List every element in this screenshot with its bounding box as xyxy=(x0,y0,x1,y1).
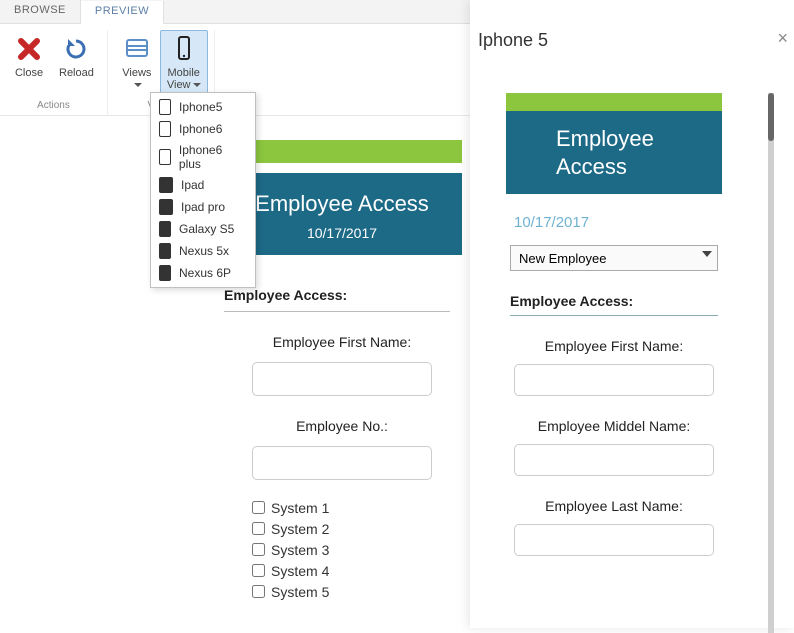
phone-date: 10/17/2017 xyxy=(514,214,750,231)
device-icon xyxy=(159,221,171,237)
device-icon xyxy=(159,99,171,115)
device-icon xyxy=(159,149,171,165)
close-phone-button[interactable]: × xyxy=(777,28,788,49)
system-label: System 2 xyxy=(271,521,329,537)
system-label: System 5 xyxy=(271,584,329,600)
close-button[interactable]: Close xyxy=(6,30,52,82)
phone-header-line1: Employee xyxy=(556,125,722,153)
system-row: System 4 xyxy=(248,561,462,580)
employee-type-select[interactable]: New Employee xyxy=(510,245,718,271)
system-checkbox[interactable] xyxy=(252,585,265,598)
phone-field-first: Employee First Name: xyxy=(478,338,750,396)
device-option-iphone5[interactable]: Iphone5 xyxy=(151,96,255,118)
phone-first-label: Employee First Name: xyxy=(478,338,750,354)
device-icon xyxy=(159,243,171,259)
phone-field-middle: Employee Middel Name: xyxy=(478,418,750,476)
field-first-name: Employee First Name: xyxy=(222,334,462,396)
reload-icon xyxy=(60,33,92,65)
phone-header-line2: Access xyxy=(556,153,722,181)
system-checkbox[interactable] xyxy=(252,501,265,514)
system-checkbox[interactable] xyxy=(252,522,265,535)
device-label: Iphone6 xyxy=(179,122,222,136)
system-label: System 4 xyxy=(271,563,329,579)
device-option-iphone6-plus[interactable]: Iphone6 plus xyxy=(151,140,255,174)
device-icon xyxy=(159,121,171,137)
phone-body: Employee Access 10/17/2017 New Employee … xyxy=(478,93,774,633)
phone-green-bar xyxy=(506,93,722,111)
tab-browse[interactable]: BROWSE xyxy=(0,0,81,23)
close-label: Close xyxy=(15,67,43,79)
device-label: Nexus 6P xyxy=(179,266,231,280)
device-label: Ipad pro xyxy=(181,200,225,214)
device-option-galaxy-s5[interactable]: Galaxy S5 xyxy=(151,218,255,240)
emp-no-label: Employee No.: xyxy=(222,418,462,434)
system-row: System 5 xyxy=(248,582,462,601)
form-date: 10/17/2017 xyxy=(222,225,462,241)
phone-header: Employee Access xyxy=(506,111,722,194)
device-option-ipad[interactable]: Ipad xyxy=(151,174,255,196)
chevron-down-icon xyxy=(134,83,142,87)
group-actions-label: Actions xyxy=(37,100,70,111)
views-icon xyxy=(121,33,153,65)
device-option-ipad-pro[interactable]: Ipad pro xyxy=(151,196,255,218)
system-row: System 1 xyxy=(248,498,462,517)
tab-preview[interactable]: PREVIEW xyxy=(81,1,164,24)
first-name-input[interactable] xyxy=(252,362,432,396)
reload-button[interactable]: Reload xyxy=(52,30,101,82)
phone-last-label: Employee Last Name: xyxy=(478,498,750,514)
system-row: System 3 xyxy=(248,540,462,559)
system-label: System 1 xyxy=(271,500,329,516)
device-label: Iphone5 xyxy=(179,100,222,114)
device-option-nexus-6p[interactable]: Nexus 6P xyxy=(151,262,255,284)
employee-type-select-wrap: New Employee xyxy=(510,245,718,271)
phone-section-title: Employee Access: xyxy=(510,293,718,316)
emp-no-input[interactable] xyxy=(252,446,432,480)
field-emp-no: Employee No.: xyxy=(222,418,462,480)
device-label: Iphone6 plus xyxy=(179,143,247,171)
device-option-nexus-5x[interactable]: Nexus 5x xyxy=(151,240,255,262)
form-preview: Employee Access 10/17/2017 Employee Acce… xyxy=(222,140,462,603)
system-checkbox[interactable] xyxy=(252,543,265,556)
system-label: System 3 xyxy=(271,542,329,558)
mobile-view-button[interactable]: Mobile View xyxy=(160,30,208,94)
chevron-down-icon xyxy=(193,83,201,87)
scrollbar-thumb[interactable] xyxy=(768,93,774,141)
phone-icon xyxy=(168,33,200,65)
system-row: System 2 xyxy=(248,519,462,538)
phone-middle-input[interactable] xyxy=(514,444,714,476)
first-name-label: Employee First Name: xyxy=(222,334,462,350)
system-checkbox[interactable] xyxy=(252,564,265,577)
phone-middle-label: Employee Middel Name: xyxy=(478,418,750,434)
ribbon-group-actions: Close Reload Actions xyxy=(0,30,108,115)
device-icon xyxy=(159,265,171,281)
phone-field-last: Employee Last Name: xyxy=(478,498,750,556)
form-header: Employee Access 10/17/2017 xyxy=(222,173,462,255)
mobile-view-label: Mobile View xyxy=(167,67,201,91)
systems-list: System 1 System 2 System 3 System 4 System 5 xyxy=(248,498,462,601)
device-icon xyxy=(159,177,173,193)
phone-preview-panel: × Iphone 5 Employee Access 10/17/2017 Ne… xyxy=(470,0,794,628)
section-title: Employee Access: xyxy=(224,269,450,312)
device-label: Ipad xyxy=(181,178,204,192)
views-label: Views xyxy=(122,67,151,91)
mobile-view-dropdown: Iphone5 Iphone6 Iphone6 plus Ipad Ipad pro Ga… xyxy=(150,92,256,288)
phone-last-input[interactable] xyxy=(514,524,714,556)
device-icon xyxy=(159,199,173,215)
reload-label: Reload xyxy=(59,67,94,79)
green-bar xyxy=(222,140,462,163)
views-button[interactable]: Views xyxy=(114,30,160,94)
form-title: Employee Access xyxy=(222,191,462,217)
close-icon xyxy=(13,33,45,65)
phone-first-input[interactable] xyxy=(514,364,714,396)
device-label: Nexus 5x xyxy=(179,244,229,258)
phone-device-title: Iphone 5 xyxy=(470,0,794,65)
device-label: Galaxy S5 xyxy=(179,222,234,236)
device-option-iphone6[interactable]: Iphone6 xyxy=(151,118,255,140)
